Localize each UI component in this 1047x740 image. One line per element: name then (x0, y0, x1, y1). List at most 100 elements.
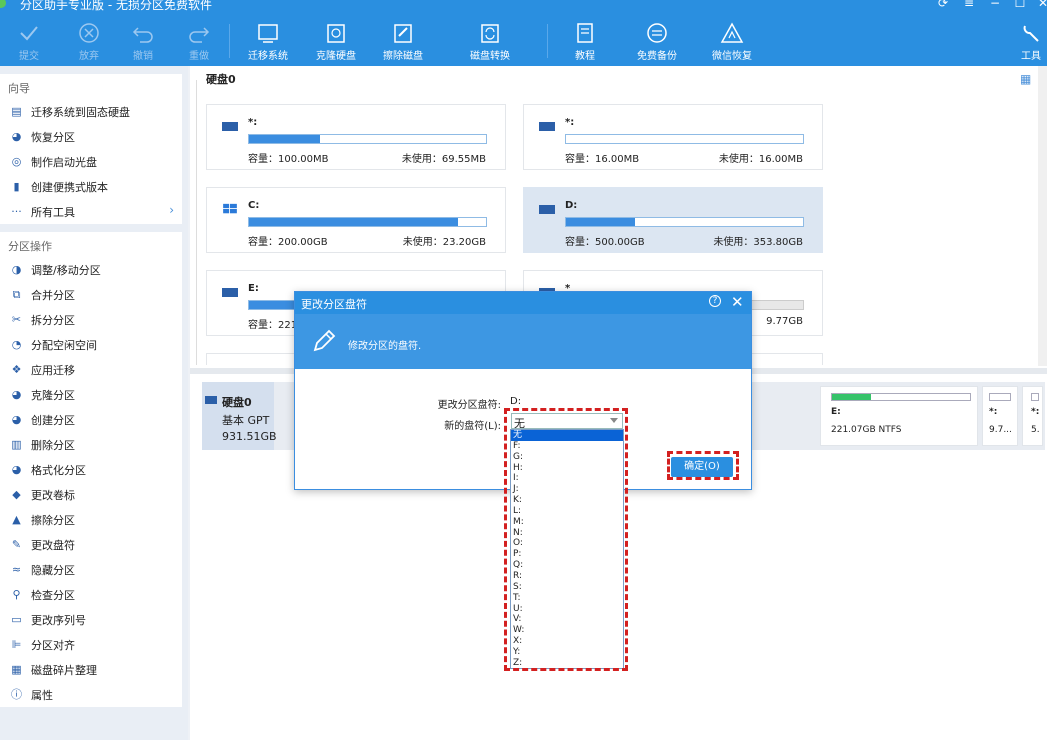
dialog-subtitle: 修改分区的盘符. (348, 341, 422, 352)
partition-ops-panel: 分区操作 ◑ 调整/移动分区 ⧉ 合并分区 ✂ 拆分分区 ◔ 分配空闲空间 ❖ 应用迁移 … (0, 232, 182, 707)
sidebar-item-resize[interactable]: ◑ 调整/移动分区 (0, 257, 182, 282)
clone-disk-label: 克隆硬盘 (316, 51, 356, 62)
sidebar-item-properties[interactable]: ⓘ 属性 (0, 682, 182, 707)
vertical-scrollbar[interactable] (1038, 66, 1047, 366)
tools-label: 工具 (1021, 51, 1041, 62)
partition-card[interactable]: *: 容量：100.00MB 未使用：69.55MB (206, 104, 506, 170)
highlight-ok (667, 451, 739, 480)
tools-button[interactable]: 工具 (1016, 22, 1046, 62)
close-window-icon[interactable]: ✕ (1036, 0, 1047, 10)
sidebar-item-create[interactable]: ◕ 创建分区 (0, 407, 182, 432)
sidebar-item-label: 制作启动光盘 (31, 156, 97, 169)
pencil-icon (313, 329, 336, 352)
allocate-icon: ◔ (11, 338, 22, 351)
sidebar-item-wipe-partition[interactable]: ▲ 擦除分区 (0, 507, 182, 532)
sidebar-item-boot-disc[interactable]: ◎ 制作启动光盘 (0, 149, 182, 174)
free-text: 未使用：23.20GB (402, 237, 486, 248)
sidebar-item-label: 所有工具 (31, 206, 75, 219)
redo-label: 重做 (189, 51, 209, 62)
sidebar-item-hide[interactable]: ≈ 隐藏分区 (0, 557, 182, 582)
recovery-icon (720, 22, 744, 43)
sidebar-item-check[interactable]: ⚲ 检查分区 (0, 582, 182, 607)
tutorial-label: 教程 (575, 51, 595, 62)
clone-disk-button[interactable]: 克隆硬盘 (312, 22, 360, 62)
wrench-icon (1023, 25, 1039, 42)
app-migrate-icon: ❖ (11, 363, 22, 376)
close-icon[interactable]: ✕ (731, 293, 744, 311)
partition-card[interactable]: C: 容量：200.00GB 未使用：23.20GB (206, 187, 506, 253)
partition-info: 9.7... (989, 425, 1012, 435)
current-letter-value: D: (510, 396, 522, 407)
sidebar-item-format[interactable]: ◕ 格式化分区 (0, 457, 182, 482)
book-icon (577, 23, 593, 43)
toolbar: 分区助手专业版 - 无损分区免费软件 ⟳ ≡ − ☐ ✕ 提交 放弃 撤销 重做… (0, 0, 1047, 66)
recovery-button[interactable]: 微信恢复 (708, 22, 756, 62)
sidebar-item-delete[interactable]: ▥ 删除分区 (0, 432, 182, 457)
disk-summary[interactable]: 硬盘0 基本 GPT 931.51GB (202, 382, 277, 450)
disk-map-partition[interactable]: *: 5. (1022, 386, 1043, 446)
discard-button[interactable]: 放弃 (74, 22, 104, 62)
sidebar-item-portable[interactable]: ▮ 创建便携式版本 (0, 174, 182, 199)
sidebar-item-migrate-ssd[interactable]: ▤ 迁移系统到固态硬盘 (0, 99, 182, 124)
disk-map-partition[interactable]: E: 221.07GB NTFS (820, 386, 978, 446)
disk-convert-button[interactable]: 磁盘转换 (466, 22, 514, 62)
sidebar-item-allocate[interactable]: ◔ 分配空闲空间 (0, 332, 182, 357)
tutorial-button[interactable]: 教程 (570, 22, 600, 62)
minimize-icon[interactable]: − (988, 0, 1002, 10)
usage-fill (832, 394, 871, 400)
backup-icon (647, 23, 667, 43)
commit-button[interactable]: 提交 (14, 22, 44, 62)
refresh-icon[interactable]: ⟳ (936, 0, 950, 10)
sidebar-item-app-migrate[interactable]: ❖ 应用迁移 (0, 357, 182, 382)
sidebar-item-label: 更改卷标 (31, 489, 75, 502)
backup-button[interactable]: 免费备份 (633, 22, 681, 62)
dialog-title-bar: 更改分区盘符 ? ✕ (295, 292, 751, 314)
partition-card[interactable]: *: 容量：16.00MB 未使用：16.00MB (523, 104, 823, 170)
sidebar-item-label: 擦除分区 (31, 514, 75, 527)
sidebar-item-clone-partition[interactable]: ◕ 克隆分区 (0, 382, 182, 407)
free-text: 未使用：353.80GB (713, 237, 803, 248)
sidebar-item-defrag[interactable]: ▦ 磁盘碎片整理 (0, 657, 182, 682)
sidebar-item-split[interactable]: ✂ 拆分分区 (0, 307, 182, 332)
sidebar-item-serial[interactable]: ▭ 更改序列号 (0, 607, 182, 632)
maximize-icon[interactable]: ☐ (1013, 0, 1027, 10)
dialog-title: 更改分区盘符 (301, 298, 367, 311)
more-icon: ··· (11, 205, 22, 218)
backup-label: 免费备份 (637, 51, 677, 62)
menu-icon[interactable]: ≡ (962, 0, 976, 10)
sidebar-item-recover-partition[interactable]: ◕ 恢复分区 (0, 124, 182, 149)
sidebar-item-all-tools[interactable]: ··· 所有工具 › (0, 199, 182, 224)
sidebar-item-label: 删除分区 (31, 439, 75, 452)
sidebar-item-change-letter[interactable]: ✎ 更改盘符 (0, 532, 182, 557)
usage-bar (565, 217, 804, 227)
sidebar-item-align[interactable]: ⊫ 分区对齐 (0, 632, 182, 657)
highlight-dropdown (504, 408, 628, 671)
partition-name: *: (989, 407, 998, 417)
undo-button[interactable]: 撤销 (128, 22, 158, 62)
check-icon (20, 26, 38, 41)
disk-map-partition[interactable]: *: 9.7... (982, 386, 1018, 446)
partition-card-selected[interactable]: D: 容量：500.00GB 未使用：353.80GB (523, 187, 823, 253)
wipe-disk-label: 擦除磁盘 (383, 51, 423, 62)
merge-icon: ⧉ (12, 288, 21, 301)
sidebar-item-label: 更改盘符 (31, 539, 75, 552)
view-toggle-icon[interactable]: ▦ (1020, 72, 1031, 86)
redo-button[interactable]: 重做 (184, 22, 214, 62)
recover-icon: ◕ (11, 130, 22, 143)
tag-icon: ◆ (12, 488, 21, 501)
undo-label: 撤销 (133, 51, 153, 62)
free-text: 未使用：69.55MB (401, 154, 486, 165)
partition-name: E: (831, 407, 841, 417)
commit-label: 提交 (19, 51, 39, 62)
sidebar-item-merge[interactable]: ⧉ 合并分区 (0, 282, 182, 307)
disk-size: 931.51GB (222, 430, 277, 443)
defrag-icon: ▦ (11, 663, 22, 676)
wipe-icon: ▲ (12, 513, 21, 526)
migrate-button[interactable]: 迁移系统 (244, 22, 292, 62)
app-window: 分区助手专业版 - 无损分区免费软件 ⟳ ≡ − ☐ ✕ 提交 放弃 撤销 重做… (0, 0, 1047, 740)
sidebar-item-label-change[interactable]: ◆ 更改卷标 (0, 482, 182, 507)
wipe-disk-button[interactable]: 擦除磁盘 (379, 22, 427, 62)
usage-bar (1031, 393, 1039, 401)
clone-icon: ◕ (11, 388, 22, 401)
help-icon[interactable]: ? (709, 295, 721, 307)
